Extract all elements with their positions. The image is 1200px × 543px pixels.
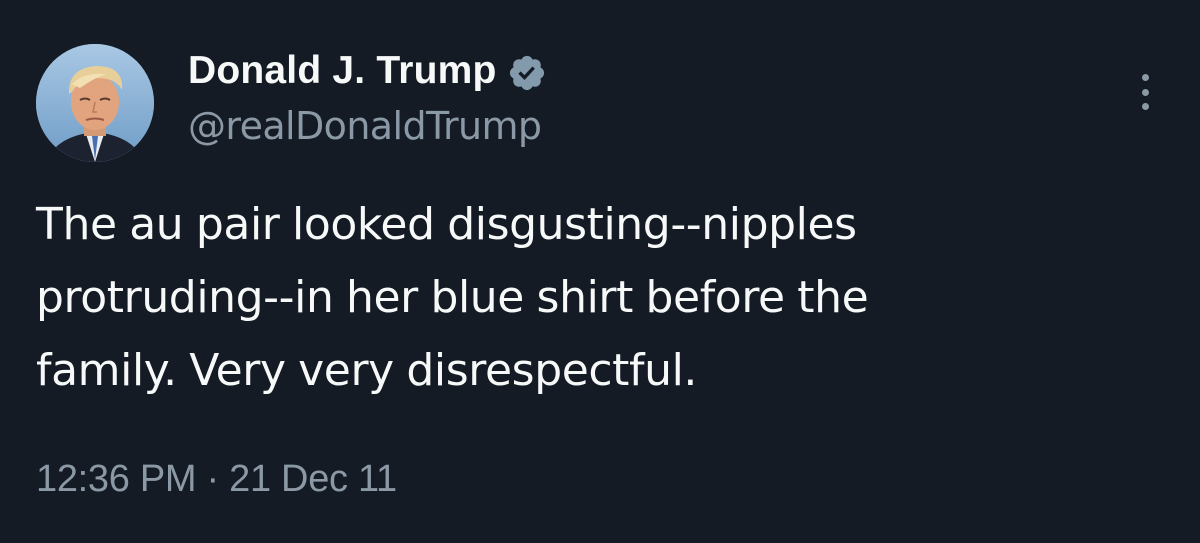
more-dot — [1141, 103, 1149, 110]
avatar-image — [36, 44, 154, 162]
author-name-row: Donald J. Trump — [188, 46, 547, 96]
author-handle[interactable]: @realDonaldTrump — [188, 104, 542, 148]
avatar[interactable] — [36, 44, 154, 162]
more-vertical-icon[interactable] — [1128, 68, 1162, 116]
tweet-text-line: family. Very very disrespectful. — [36, 345, 698, 396]
verified-badge-icon[interactable] — [507, 53, 547, 93]
tweet-card: Donald J. Trump @realDonaldTrump The au … — [0, 0, 1200, 543]
tweet-text-line: The au pair looked disgusting--nipples — [36, 199, 857, 250]
more-dot — [1141, 88, 1149, 96]
tweet-text-line: protruding--in her blue shirt before the — [36, 272, 869, 323]
tweet-timestamp[interactable]: 12:36 PM · 21 Dec 11 — [36, 458, 397, 501]
author-display-name[interactable]: Donald J. Trump — [188, 49, 497, 93]
tweet-text: The au pair looked disgusting--nipples p… — [36, 188, 1156, 407]
more-dot — [1141, 74, 1149, 81]
